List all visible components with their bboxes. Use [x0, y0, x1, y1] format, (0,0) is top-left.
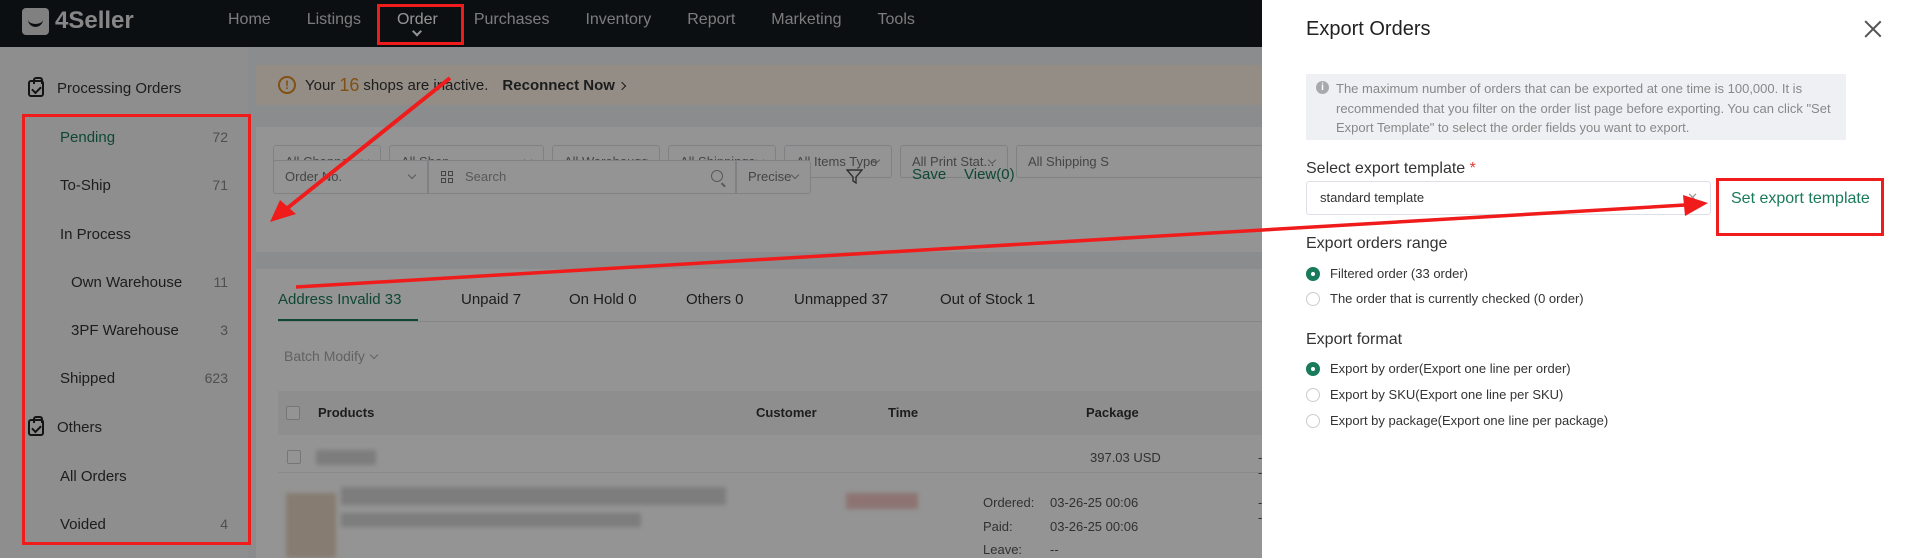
radio-label: The order that is currently checked (0 o… — [1330, 291, 1584, 306]
range-label: Export orders range — [1306, 235, 1448, 252]
format-option-package[interactable]: Export by package(Export one line per pa… — [1306, 413, 1608, 428]
export-info-notice: i The maximum number of orders that can … — [1306, 74, 1846, 140]
radio-label: Filtered order (33 order) — [1330, 266, 1468, 281]
export-orders-drawer: Export Orders i The maximum number of or… — [1262, 0, 1906, 558]
close-icon[interactable] — [1864, 20, 1882, 38]
range-option-filtered[interactable]: Filtered order (33 order) — [1306, 266, 1468, 281]
clear-icon[interactable]: ✕ — [1687, 182, 1698, 214]
radio-unchecked — [1306, 413, 1320, 428]
annotation-box-set-template — [1716, 178, 1884, 236]
radio-checked — [1306, 266, 1320, 281]
radio-label: Export by SKU(Export one line per SKU) — [1330, 387, 1564, 402]
format-option-sku[interactable]: Export by SKU(Export one line per SKU) — [1306, 387, 1563, 402]
radio-unchecked — [1306, 387, 1320, 402]
format-label: Export format — [1306, 331, 1403, 348]
annotation-box-order-nav — [377, 4, 464, 45]
range-option-checked[interactable]: The order that is currently checked (0 o… — [1306, 291, 1584, 306]
radio-label: Export by package(Export one line per pa… — [1330, 413, 1609, 428]
radio-checked — [1306, 361, 1320, 376]
info-icon: i — [1316, 81, 1329, 94]
radio-unchecked — [1306, 291, 1320, 306]
select-value: standard template — [1320, 190, 1425, 205]
format-option-order[interactable]: Export by order(Export one line per orde… — [1306, 361, 1571, 376]
template-label-text: Select export template — [1306, 160, 1466, 177]
radio-label: Export by order(Export one line per orde… — [1330, 361, 1571, 376]
export-template-select[interactable]: standard template ✕ — [1306, 181, 1711, 215]
info-text: The maximum number of orders that can be… — [1336, 81, 1831, 135]
required-mark: * — [1469, 160, 1476, 177]
annotation-box-sidebar — [22, 114, 251, 545]
template-label: Select export template * — [1306, 160, 1476, 178]
drawer-title: Export Orders — [1306, 18, 1431, 40]
